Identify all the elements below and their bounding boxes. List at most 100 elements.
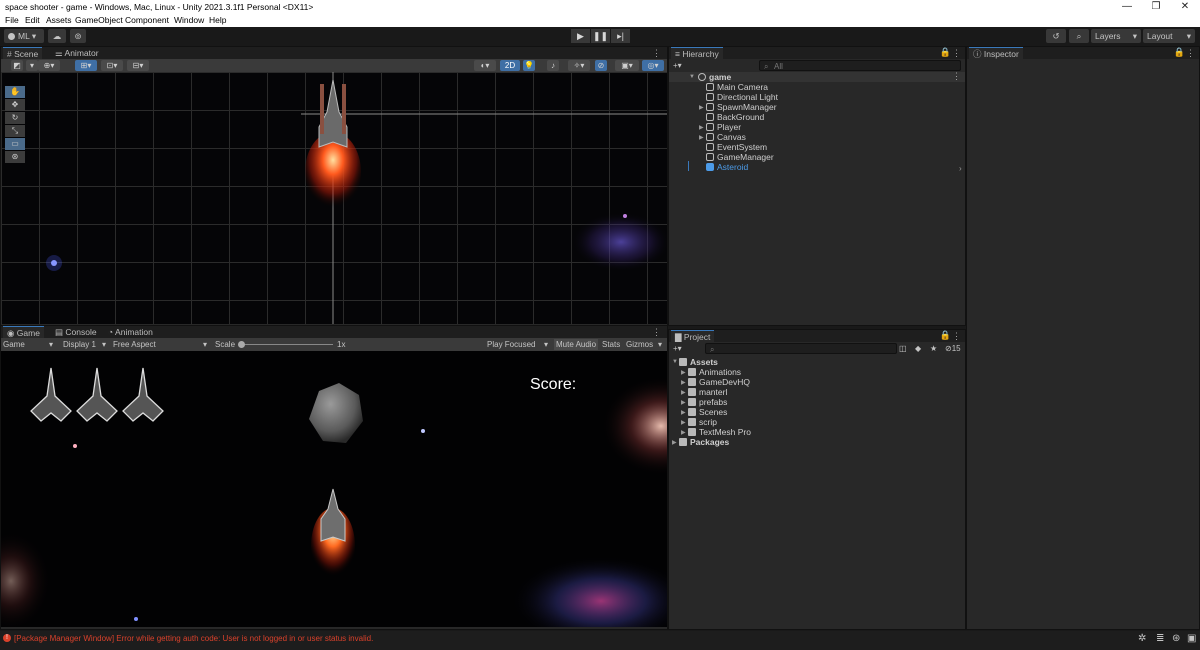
scene-view[interactable]: ✋ ✥ ↻ ⤡ ▭ ⊛ bbox=[1, 72, 667, 324]
move-tool-icon[interactable]: ✥ bbox=[5, 99, 25, 111]
menu-assets[interactable]: Assets bbox=[46, 15, 72, 25]
transform-tool-icon[interactable]: ⊛ bbox=[5, 151, 25, 163]
draw-mode-icon[interactable]: ◩ bbox=[11, 60, 23, 71]
progress-icon[interactable]: ⊛ bbox=[1172, 633, 1180, 644]
tab-animation[interactable]: ◔ Animation bbox=[104, 326, 157, 338]
add-icon[interactable]: +▾ bbox=[673, 60, 682, 71]
scale-slider-handle[interactable] bbox=[238, 341, 245, 348]
panel-menu-icon[interactable]: ⋮ bbox=[1186, 48, 1195, 59]
pause-button[interactable]: ❚❚ bbox=[591, 29, 610, 43]
folder-manterl[interactable]: manterl bbox=[688, 387, 727, 397]
audio-icon[interactable]: ♪ bbox=[547, 60, 559, 71]
status-error-message[interactable]: [Package Manager Window] Error while get… bbox=[14, 634, 373, 643]
lock-icon[interactable]: 🔒 bbox=[1174, 47, 1185, 58]
folder-prefabs[interactable]: prefabs bbox=[688, 397, 727, 407]
menu-gameobject[interactable]: GameObject bbox=[75, 15, 123, 25]
grid-snap-icon[interactable]: ⊞▾ bbox=[75, 60, 97, 71]
expand-arrow-icon[interactable]: ▶ bbox=[681, 379, 686, 386]
play-button[interactable]: ▶ bbox=[571, 29, 590, 43]
rotate-tool-icon[interactable]: ↻ bbox=[5, 112, 25, 124]
game-view[interactable]: Score: bbox=[1, 351, 667, 627]
search-by-label-icon[interactable]: ◆ bbox=[915, 343, 921, 354]
minimize-button[interactable]: — bbox=[1112, 0, 1142, 14]
visibility-icon[interactable]: ⊘ bbox=[595, 60, 607, 71]
expand-arrow-icon[interactable]: ▶ bbox=[672, 439, 677, 446]
aspect-dropdown[interactable]: Free Aspect bbox=[113, 339, 156, 350]
bug-icon[interactable]: ✲ bbox=[1138, 633, 1146, 644]
history-icon[interactable]: ↺ bbox=[1046, 29, 1066, 43]
packages-root[interactable]: Packages bbox=[679, 437, 729, 447]
hierarchy-search-input[interactable]: ⌕ All bbox=[759, 60, 961, 71]
close-button[interactable]: ✕ bbox=[1170, 0, 1200, 14]
display-dropdown[interactable]: Display 1 bbox=[63, 339, 96, 350]
folder-animations[interactable]: Animations bbox=[688, 367, 741, 377]
folder-scrip[interactable]: scrip bbox=[688, 417, 717, 427]
hierarchy-item-main-camera[interactable]: Main Camera bbox=[706, 82, 768, 92]
tab-hierarchy[interactable]: ≡ Hierarchy bbox=[671, 47, 723, 59]
tab-console[interactable]: ▤ Console bbox=[51, 326, 101, 338]
menu-window[interactable]: Window bbox=[174, 15, 204, 25]
tab-scene[interactable]: # Scene bbox=[3, 47, 43, 59]
increment-icon[interactable]: ⊟▾ bbox=[127, 60, 149, 71]
scale-tool-icon[interactable]: ⤡ bbox=[5, 125, 25, 137]
panel-menu-icon[interactable]: ⋮ bbox=[652, 327, 661, 338]
favorite-icon[interactable]: ★ bbox=[930, 343, 937, 354]
add-icon[interactable]: +▾ bbox=[673, 343, 682, 354]
snap-increment-icon[interactable]: ⊡▾ bbox=[101, 60, 123, 71]
camera-icon[interactable]: ▣▾ bbox=[615, 60, 639, 71]
hierarchy-item-asteroid[interactable]: Asteroid bbox=[706, 162, 748, 172]
account-button[interactable]: ML ▾ bbox=[4, 29, 44, 43]
panel-menu-icon[interactable]: ⋮ bbox=[952, 331, 961, 342]
global-icon[interactable]: ⊕▾ bbox=[38, 60, 60, 71]
tab-animator[interactable]: ⚌ Animator bbox=[51, 47, 103, 59]
game-view-dropdown[interactable]: Game bbox=[3, 339, 25, 350]
collab-icon[interactable]: ⊚ bbox=[70, 29, 86, 43]
lighting-icon[interactable]: 💡 bbox=[523, 60, 535, 71]
layers-dropdown[interactable]: Layers ▾ bbox=[1091, 29, 1141, 43]
expand-arrow-icon[interactable]: ▶ bbox=[681, 429, 686, 436]
tab-project[interactable]: ▇ Project bbox=[671, 330, 715, 342]
cloud-icon[interactable]: ☁ bbox=[48, 29, 66, 43]
lighting-icon[interactable]: ▣ bbox=[1187, 633, 1196, 644]
scale-slider-track[interactable] bbox=[241, 344, 333, 345]
expand-arrow-icon[interactable]: ▼ bbox=[689, 74, 695, 80]
shading-icon[interactable]: ◐▾ bbox=[474, 60, 496, 71]
expand-arrow-icon[interactable]: ▶ bbox=[699, 104, 704, 111]
panel-menu-icon[interactable]: ⋮ bbox=[952, 48, 961, 59]
cache-icon[interactable]: ≣ bbox=[1156, 633, 1164, 644]
gizmos-toggle[interactable]: Gizmos bbox=[626, 339, 653, 350]
hand-tool-icon[interactable]: ✋ bbox=[5, 86, 25, 98]
effects-icon[interactable]: ✧▾ bbox=[568, 60, 590, 71]
lock-icon[interactable]: 🔒 bbox=[940, 330, 951, 341]
chevron-down-icon[interactable]: ▾ bbox=[26, 60, 38, 71]
hierarchy-item-player[interactable]: Player bbox=[706, 122, 741, 132]
mute-audio-toggle[interactable]: Mute Audio bbox=[554, 339, 599, 350]
tab-game[interactable]: ◉ Game bbox=[3, 326, 44, 338]
assets-root[interactable]: Assets bbox=[679, 357, 718, 367]
hierarchy-item-canvas[interactable]: Canvas bbox=[706, 132, 746, 142]
expand-arrow-icon[interactable]: ▶ bbox=[681, 409, 686, 416]
search-by-type-icon[interactable]: ◫ bbox=[899, 343, 907, 354]
play-mode-dropdown[interactable]: Play Focused bbox=[487, 339, 535, 350]
chevron-right-icon[interactable]: › bbox=[959, 164, 962, 173]
folder-textmesh-pro[interactable]: TextMesh Pro bbox=[688, 427, 751, 437]
hierarchy-item-spawnmanager[interactable]: SpawnManager bbox=[706, 102, 777, 112]
search-icon[interactable]: ⌕ bbox=[1069, 29, 1089, 43]
hierarchy-item-background[interactable]: BackGround bbox=[706, 112, 764, 122]
stats-toggle[interactable]: Stats bbox=[602, 339, 620, 350]
mode-2d-button[interactable]: 2D bbox=[500, 60, 520, 71]
expand-arrow-icon[interactable]: ▶ bbox=[681, 369, 686, 376]
expand-arrow-icon[interactable]: ▶ bbox=[699, 134, 704, 141]
menu-edit[interactable]: Edit bbox=[25, 15, 40, 25]
hidden-packages-icon[interactable]: ⊘15 bbox=[945, 343, 961, 354]
layout-dropdown[interactable]: Layout ▾ bbox=[1143, 29, 1195, 43]
lock-icon[interactable]: 🔒 bbox=[940, 47, 951, 58]
menu-component[interactable]: Component bbox=[125, 15, 169, 25]
folder-scenes[interactable]: Scenes bbox=[688, 407, 727, 417]
expand-arrow-icon[interactable]: ▶ bbox=[681, 419, 686, 426]
tab-inspector[interactable]: ⓘ Inspector bbox=[969, 47, 1023, 59]
menu-help[interactable]: Help bbox=[209, 15, 226, 25]
project-search-input[interactable]: ⌕ bbox=[705, 343, 897, 354]
menu-file[interactable]: File bbox=[5, 15, 19, 25]
hierarchy-item-gamemanager[interactable]: GameManager bbox=[706, 152, 774, 162]
